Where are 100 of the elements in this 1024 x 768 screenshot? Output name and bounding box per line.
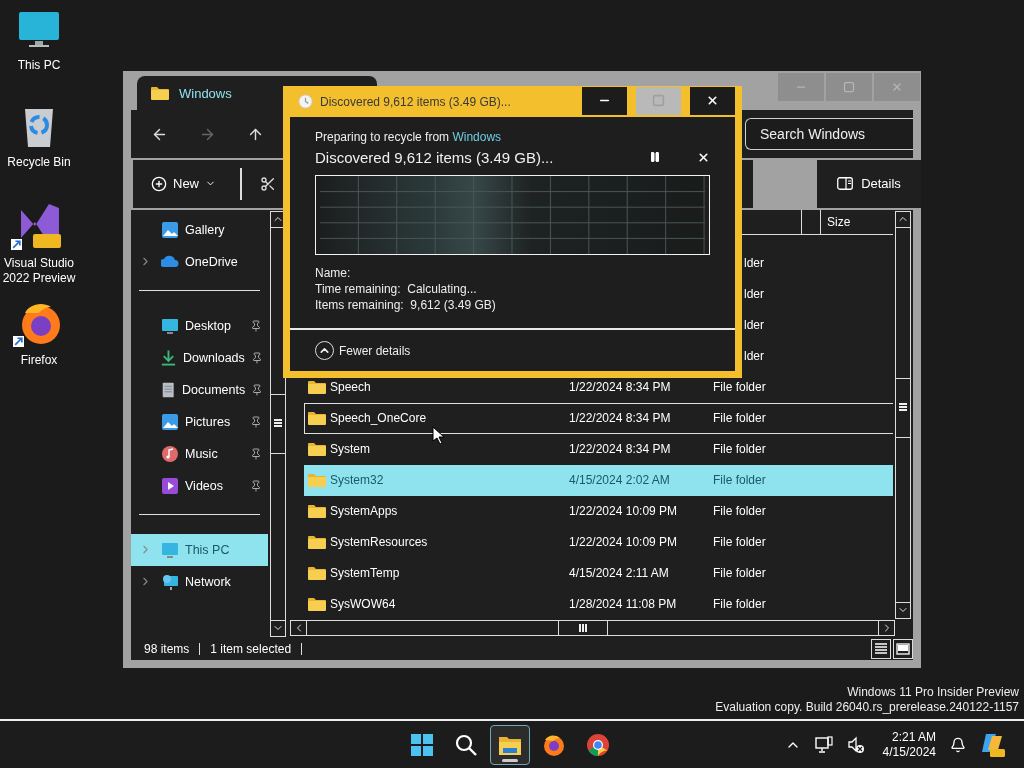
folder-icon [151, 86, 169, 101]
table-cell-text: File folder [713, 566, 767, 581]
cursor-icon [432, 426, 444, 444]
taskbar-button[interactable] [490, 724, 530, 765]
date-text: 4/15/2024 [882, 744, 936, 760]
file-name: SysWOW64 [330, 597, 396, 612]
monitor-icon [161, 540, 179, 559]
table-cell-text: File folder [713, 411, 767, 426]
sidebar-item[interactable]: Downloads [131, 341, 268, 374]
desktop-shortcut[interactable]: Recycle Bin [0, 105, 78, 202]
sidebar-item[interactable]: Network [131, 565, 268, 598]
column-header[interactable]: Size [821, 209, 893, 234]
search-field[interactable]: Search Windows [745, 118, 913, 151]
details-button[interactable]: Details [817, 159, 921, 208]
list-icon [874, 642, 888, 655]
copilot-icon[interactable] [980, 731, 1006, 758]
minimize-button[interactable] [582, 86, 627, 115]
table-cell-text: 1/22/2024 10:09 PM [569, 535, 679, 550]
search-icon [454, 732, 478, 757]
close-button[interactable] [690, 86, 735, 115]
pin-icon [251, 383, 264, 396]
file-row[interactable]: System 1/22/2024 8:34 PM File folder [304, 433, 893, 465]
sidebar-item[interactable]: Videos [131, 469, 268, 502]
file-row[interactable]: SysWOW64 1/28/2024 11:08 PM File folder [304, 588, 893, 620]
plus-icon [151, 175, 167, 192]
windows-logo-icon [410, 732, 434, 757]
table-cell-text: lder [743, 256, 765, 271]
close-icon [697, 150, 710, 164]
detail-text: Items remaining: 9,612 (3.49 GB) [315, 297, 497, 313]
sidebar-item[interactable]: This PC [131, 533, 268, 566]
file-row[interactable]: System32 4/15/2024 2:02 AM File folder [304, 464, 893, 496]
desktop-shortcut[interactable]: This PC [0, 8, 78, 105]
pause-button[interactable] [649, 151, 661, 163]
table-cell-text: 4/15/2024 2:02 AM [569, 473, 671, 488]
sidebar-item[interactable]: Music [131, 437, 268, 470]
desktop-shortcut[interactable]: Visual Studio 2022 Preview [0, 202, 78, 299]
muted-speaker-icon[interactable] [846, 735, 865, 754]
table-cell-text: lder [743, 287, 765, 302]
sidebar-item[interactable]: Gallery [131, 213, 268, 246]
grip-icon [274, 419, 282, 429]
folder-icon [308, 504, 326, 519]
file-row[interactable]: SystemResources 1/22/2024 10:09 PM File folder [304, 526, 893, 558]
file-row[interactable]: SystemTemp 4/15/2024 2:11 AM File folder [304, 557, 893, 589]
horizontal-scrollbar[interactable] [290, 619, 895, 636]
new-button[interactable]: New [151, 167, 216, 200]
shortcut-arrow-icon [11, 239, 22, 250]
scrollbar[interactable] [895, 210, 911, 619]
file-name: Speech [330, 380, 371, 395]
table-cell-text: 1/22/2024 8:34 PM [569, 380, 672, 395]
network-icon[interactable] [814, 735, 833, 754]
sidebar-item[interactable]: Documents [131, 373, 268, 406]
image-icon [161, 412, 179, 431]
file-row[interactable]: Speech 1/22/2024 8:34 PM File folder [304, 371, 893, 403]
watermark-text: Windows 11 Pro Insider Preview [847, 685, 1019, 700]
table-cell-text: 1/22/2024 10:09 PM [569, 504, 679, 519]
pause-icon [649, 151, 661, 163]
table-cell-text: File folder [713, 473, 767, 488]
grip-icon [579, 623, 587, 632]
desktop-shortcut[interactable]: Firefox [0, 299, 78, 396]
detail-text: Time remaining: Calculating... [315, 281, 478, 297]
file-row[interactable]: SystemApps 1/22/2024 10:09 PM File folder [304, 495, 893, 527]
tiles-view-button[interactable] [893, 638, 913, 659]
scroll-thumb[interactable] [896, 377, 910, 438]
fewer-details-button[interactable]: Fewer details [315, 341, 411, 360]
details-view-button[interactable] [871, 638, 891, 659]
scroll-thumb[interactable] [271, 393, 285, 454]
sidebar-item[interactable]: Desktop [131, 309, 268, 342]
window-icon [896, 642, 910, 655]
chrome-icon [586, 732, 610, 757]
table-cell-text: File folder [713, 442, 767, 457]
maximize-icon [652, 94, 665, 107]
sidebar-item[interactable]: OneDrive [131, 245, 268, 278]
image-icon [161, 220, 179, 239]
table-cell-text: lder [743, 318, 765, 333]
file-name: SystemTemp [330, 566, 400, 581]
source-link[interactable]: Windows [452, 130, 502, 144]
details-pane-icon [837, 177, 854, 191]
table-cell-text: 1/22/2024 8:34 PM [569, 442, 672, 457]
table-cell-text: File folder [713, 380, 767, 395]
folder-icon [308, 597, 326, 612]
file-row[interactable]: Speech_OneCore 1/22/2024 8:34 PM File folder [304, 402, 893, 434]
network-icon [161, 572, 179, 591]
cancel-button[interactable] [697, 150, 710, 164]
clock[interactable]: 2:21 AM 4/15/2024 [882, 729, 936, 760]
source-text: Preparing to recycle from Windows [315, 129, 503, 145]
cut-button[interactable] [260, 175, 276, 192]
sidebar-item[interactable]: Pictures [131, 405, 268, 438]
time-text: 2:21 AM [891, 729, 936, 745]
file-name: System [330, 442, 370, 457]
file-name: System32 [330, 473, 384, 488]
table-cell-text: File folder [713, 597, 767, 612]
tab-title: Windows [179, 86, 232, 101]
bell-icon[interactable] [950, 736, 966, 753]
file-name: Speech_OneCore [330, 411, 427, 426]
scroll-thumb[interactable] [558, 620, 608, 635]
column-header[interactable] [801, 209, 821, 234]
file-name: SystemResources [330, 535, 428, 550]
folder-icon [308, 473, 326, 488]
folder-icon [308, 380, 326, 395]
close-icon [891, 81, 903, 93]
